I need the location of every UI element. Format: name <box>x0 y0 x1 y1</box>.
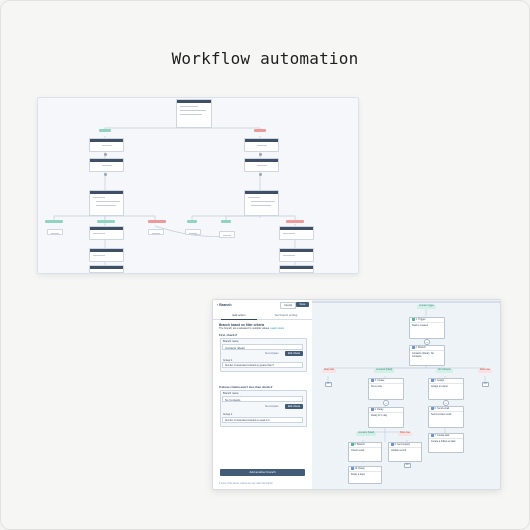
action-card[interactable]: 10. Delay Delay 2 days <box>348 466 382 484</box>
nested-branch-label: Contacts (Ideal) <box>356 432 377 436</box>
overview-badge <box>97 220 115 223</box>
tab-branch-sorting[interactable]: Set branch sorting <box>265 311 307 319</box>
save-button[interactable]: Save <box>296 302 309 307</box>
nested-branch-label: None met <box>398 432 412 436</box>
set-compare-link[interactable]: Set compare <box>265 352 279 355</box>
panel-tabs: Edit action Set branch sorting <box>213 311 312 320</box>
overview-end-node <box>219 231 235 238</box>
branch-name-label: Branch name <box>223 392 239 395</box>
page-title: Workflow automation <box>171 49 359 68</box>
first-check-label: First, check if <box>219 333 238 337</box>
overview-card[interactable] <box>89 138 124 152</box>
overview-add-dot[interactable] <box>259 153 262 156</box>
overview-end-node <box>148 229 164 235</box>
overview-badge <box>286 220 304 223</box>
group-criteria-input[interactable]: Number of associated contacts is greater… <box>222 362 303 368</box>
overview-branch-card[interactable] <box>244 190 279 216</box>
workflow-overview-canvas[interactable] <box>37 97 359 274</box>
trigger-label: Contact trigger <box>417 305 437 309</box>
overview-trigger-card[interactable] <box>176 99 212 128</box>
action-card[interactable]: 9. Set property Update record <box>388 442 422 462</box>
branch-card[interactable]: 2. Branch Contacts (Ideal) / No Contacts <box>409 345 445 366</box>
overview-card[interactable] <box>279 248 314 262</box>
set-compare-link[interactable]: Set compare <box>265 405 279 408</box>
action-card[interactable]: 5. Assign Assign to owner <box>428 378 464 400</box>
add-step-button[interactable]: + <box>383 400 389 406</box>
overview-end-node <box>47 229 63 235</box>
overview-card[interactable] <box>279 265 314 273</box>
overview-card[interactable] <box>89 226 124 240</box>
edit-criteria-button[interactable]: Edit criteria <box>285 351 303 356</box>
overview-badge-right <box>254 129 266 132</box>
branch-label-none-left: None met <box>322 369 336 373</box>
overview-add-dot[interactable] <box>104 173 107 176</box>
branch-settings-panel: ‹ Branch Cancel Save Edit action Set bra… <box>213 300 313 489</box>
overview-card[interactable] <box>244 158 279 172</box>
overview-badge <box>148 220 166 223</box>
overview-card[interactable] <box>244 138 279 152</box>
overview-card[interactable] <box>279 226 314 240</box>
action-card[interactable]: 8. Branch Check result <box>348 442 382 462</box>
overview-badge <box>45 220 63 223</box>
branch-editor-window: ‹ Branch Cancel Save Edit action Set bra… <box>212 299 501 490</box>
then-check-label: If above criteria aren't met, then check… <box>219 385 273 389</box>
workflow-canvas[interactable]: Contact trigger 1. Trigger Deal is creat… <box>312 300 500 489</box>
cancel-button[interactable]: Cancel <box>280 302 296 309</box>
overview-card[interactable] <box>89 265 124 273</box>
end-node: END <box>482 382 489 387</box>
action-card[interactable]: 6. Send email Send contact email <box>428 406 464 428</box>
action-card[interactable]: 7. Create task Create a follow-up task <box>428 433 464 453</box>
tab-edit-action[interactable]: Edit action <box>221 311 257 320</box>
branch-label-ideal: Contacts (Ideal) <box>374 369 395 373</box>
overview-badge <box>221 220 231 223</box>
edit-criteria-button[interactable]: Edit criteria <box>285 404 303 409</box>
group-label: Group 1 <box>223 413 233 416</box>
action-card[interactable]: 3. Create Set a note <box>368 378 404 400</box>
action-card[interactable]: 4. Delay Delay for 1 day <box>368 407 404 428</box>
trigger-card[interactable]: 1. Trigger Deal is created <box>409 317 445 339</box>
learn-more-link[interactable]: Learn more <box>271 327 284 330</box>
branch-label-none-right: None met <box>478 369 492 373</box>
end-node: END <box>404 463 411 468</box>
group-criteria-input[interactable]: Number of associated contacts is equal t… <box>222 417 303 423</box>
panel-subheading: The branch are evaluated in multiple val… <box>219 327 284 330</box>
panel-title: ‹ Branch <box>217 303 232 307</box>
branch-name-input[interactable]: No Contacts <box>222 396 303 402</box>
overview-badge-left <box>99 129 111 132</box>
overview-card[interactable] <box>89 248 124 262</box>
footer-note: If none of the above criteria are met, t… <box>219 483 273 485</box>
add-branch-button[interactable]: Add another branch <box>220 469 305 476</box>
overview-badge <box>187 220 197 223</box>
overview-add-dot[interactable] <box>259 173 262 176</box>
branch-label-no-contacts: No Contacts <box>436 369 453 373</box>
overview-end-node <box>185 229 201 235</box>
overview-card[interactable] <box>89 158 124 172</box>
branch-name-input[interactable]: Contacts (Ideal) <box>222 344 303 350</box>
overview-branch-card[interactable] <box>89 190 124 216</box>
overview-add-dot[interactable] <box>104 153 107 156</box>
end-node: END <box>325 382 332 387</box>
branch-name-label: Branch name <box>223 340 239 343</box>
